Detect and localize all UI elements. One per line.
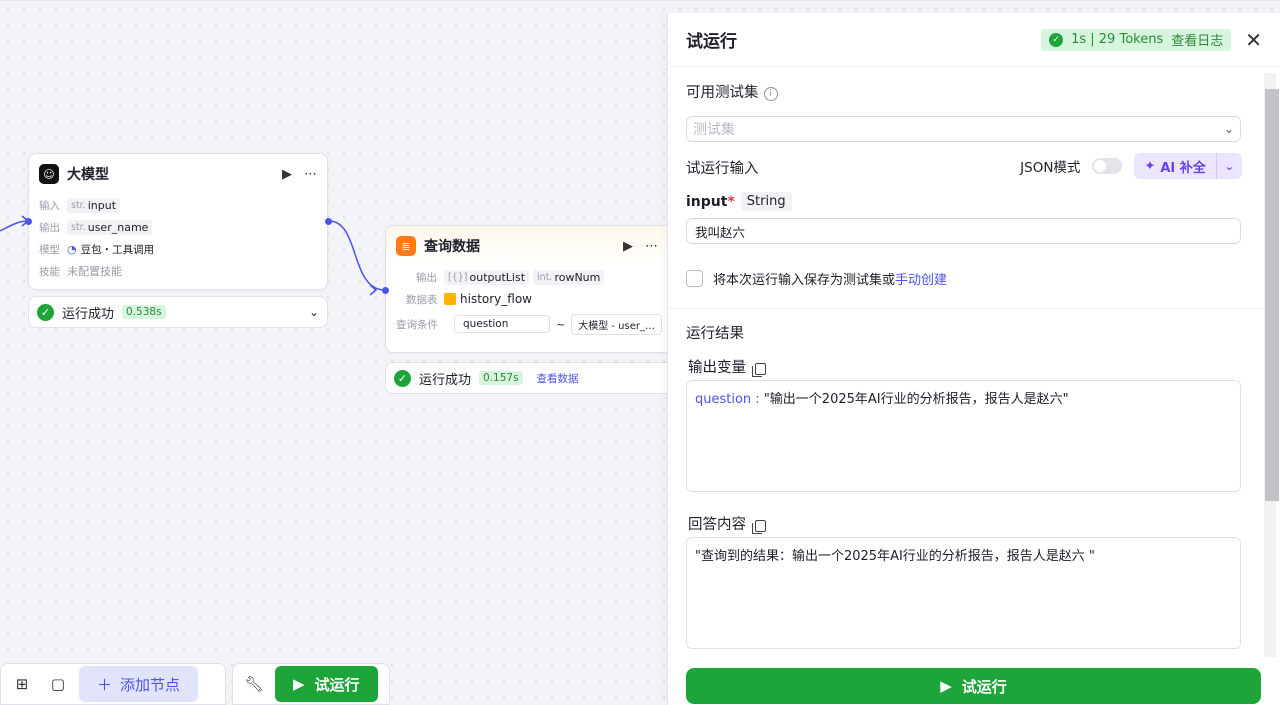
view-data-link[interactable]: 查看数据 xyxy=(537,371,579,386)
llm-node-title: 大模型 xyxy=(67,167,109,183)
more-icon[interactable]: ⋯ xyxy=(645,239,658,254)
output-key: question : xyxy=(695,392,760,407)
condition-value: 大模型 - user_… xyxy=(571,313,662,335)
condition-label: 查询条件 xyxy=(396,318,438,331)
canvas-toolbar: ⊞ ▢ ＋添加节点 xyxy=(0,663,226,705)
token-count: 1s | 29 Tokens xyxy=(1071,32,1164,47)
table-icon xyxy=(444,293,456,305)
skill-label: 技能 xyxy=(39,265,60,278)
llm-icon: ☺ xyxy=(39,164,59,184)
save-testset-checkbox[interactable] xyxy=(686,270,703,287)
output-label: 输出 xyxy=(416,271,437,284)
add-node-button[interactable]: ＋添加节点 xyxy=(79,666,199,702)
play-icon[interactable]: ▶ xyxy=(282,167,292,182)
skill-value: 未配置技能 xyxy=(67,265,122,278)
run-input-label: 试运行输入 xyxy=(686,161,759,177)
chevron-down-icon: ⌄ xyxy=(1223,122,1234,136)
grid-icon[interactable]: ⊞ xyxy=(7,669,37,699)
close-icon[interactable]: ✕ xyxy=(1245,28,1262,52)
answer-value: "查询到的结果：输出一个2025年AI行业的分析报告，报告人是赵六 " xyxy=(695,549,1095,564)
save-testset-text: 将本次运行输入保存为测试集或 xyxy=(713,273,896,288)
query-node-title: 查询数据 xyxy=(424,239,480,255)
input-value: 我叫赵六 xyxy=(695,224,746,240)
scrollbar-thumb[interactable] xyxy=(1265,89,1279,501)
chevron-down-icon[interactable]: ⌄ xyxy=(1217,160,1242,173)
table-label: 数据表 xyxy=(406,293,438,306)
query-status-bar[interactable]: ✓ 运行成功 0.157s 查看数据 xyxy=(385,362,685,394)
plus-icon: ＋ xyxy=(97,675,113,694)
info-icon[interactable]: i xyxy=(763,86,778,101)
llm-status-text: 运行成功 xyxy=(62,306,115,322)
panel-title: 试运行 xyxy=(686,32,737,52)
testset-placeholder: 测试集 xyxy=(693,122,735,138)
query-duration-badge: 0.157s xyxy=(479,371,523,385)
answer-box: "查询到的结果：输出一个2025年AI行业的分析报告，报告人是赵六 " xyxy=(686,537,1241,649)
run-toolbar: 🔧︎ ▶ 试运行 xyxy=(232,663,390,705)
play-icon: ▶ xyxy=(293,675,305,693)
test-run-panel: 试运行 ✓ 1s | 29 Tokens 查看日志 ✕ 可用测试集 i 测试集 ⌄… xyxy=(667,13,1280,705)
model-label: 模型 xyxy=(39,243,60,256)
view-log-link[interactable]: 查看日志 xyxy=(1171,30,1223,49)
panel-run-button[interactable]: ▶ 试运行 xyxy=(686,668,1261,704)
query-status-text: 运行成功 xyxy=(419,372,472,388)
sparkle-icon: ✦ xyxy=(1144,158,1156,174)
run-result-label: 运行结果 xyxy=(686,326,744,342)
output-var-box: question : "输出一个2025年AI行业的分析报告，报告人是赵六" xyxy=(686,380,1241,492)
token-badge[interactable]: ✓ 1s | 29 Tokens 查看日志 xyxy=(1041,28,1232,51)
wrench-icon[interactable]: 🔧︎ xyxy=(239,669,269,699)
llm-input-port[interactable] xyxy=(25,218,32,225)
row-num-tag: int. rowNum xyxy=(533,269,605,285)
copy-icon[interactable] xyxy=(752,362,766,377)
condition-operator: ~ xyxy=(556,317,566,331)
llm-status-bar[interactable]: ✓ 运行成功 0.538s ⌄ xyxy=(28,296,328,328)
section-divider xyxy=(668,308,1263,309)
copy-icon[interactable] xyxy=(752,519,766,534)
input-type-tag: String xyxy=(740,192,792,211)
manual-create-link[interactable]: 手动创建 xyxy=(895,273,947,288)
answer-label: 回答内容 xyxy=(688,517,746,533)
testset-label: 可用测试集 xyxy=(686,85,759,101)
output-value: "输出一个2025年AI行业的分析报告，报告人是赵六" xyxy=(763,392,1069,407)
success-icon: ✓ xyxy=(1049,32,1064,47)
query-input-port[interactable] xyxy=(382,287,389,294)
llm-duration-badge: 0.538s xyxy=(122,305,166,319)
json-mode-label: JSON模式 xyxy=(1020,160,1081,176)
testset-select[interactable]: 测试集 ⌄ xyxy=(686,116,1241,142)
input-label: 输入 xyxy=(39,199,60,212)
output-list-tag: [{}] outputList xyxy=(444,269,530,285)
success-icon: ✓ xyxy=(37,303,54,321)
database-icon: ≣ xyxy=(396,236,416,256)
query-node[interactable]: ≣ 查询数据 ▶ ⋯ 输出 [{}] outputList int. rowNum … xyxy=(385,225,685,353)
success-icon: ✓ xyxy=(394,369,411,387)
chevron-down-icon[interactable]: ⌄ xyxy=(309,305,319,319)
input-var-tag: str. input xyxy=(67,197,121,213)
output-var-label: 输出变量 xyxy=(688,360,746,376)
play-icon: ▶ xyxy=(940,677,952,695)
run-button[interactable]: ▶ 试运行 xyxy=(275,666,378,702)
input-value-field[interactable]: 我叫赵六 xyxy=(686,218,1241,244)
model-value: 豆包・工具调用 xyxy=(80,243,155,256)
doubao-icon: ◔ xyxy=(67,242,77,256)
condition-field: question xyxy=(454,315,550,333)
llm-output-port[interactable] xyxy=(325,218,332,225)
input-field-name: input* xyxy=(686,193,735,210)
minimap-icon[interactable]: ▢ xyxy=(43,669,73,699)
ai-fill-button[interactable]: ✦ AI 补全 ⌄ xyxy=(1134,153,1242,179)
output-var-tag: str. user_name xyxy=(67,219,153,235)
table-value: history_flow xyxy=(460,292,532,306)
llm-node[interactable]: ☺ 大模型 ▶ ⋯ 输入 str. input 输出 str. user_name … xyxy=(28,153,328,290)
more-icon[interactable]: ⋯ xyxy=(304,167,317,182)
play-icon[interactable]: ▶ xyxy=(623,239,633,254)
output-label: 输出 xyxy=(39,221,60,234)
json-mode-toggle[interactable] xyxy=(1092,158,1123,174)
